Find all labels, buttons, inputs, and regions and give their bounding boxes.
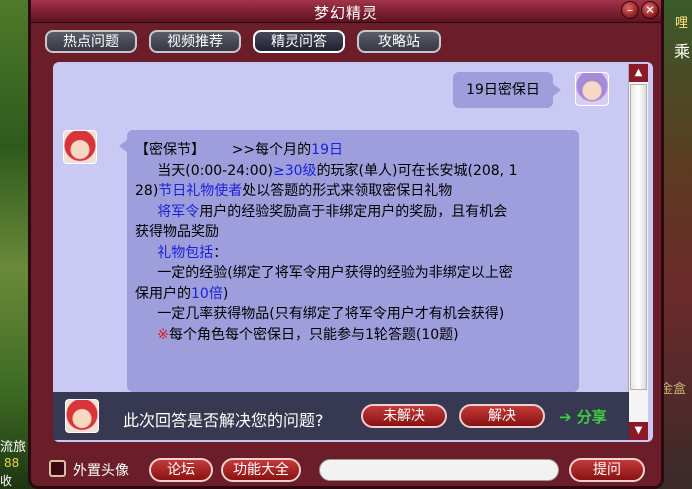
scroll-down-icon[interactable]: ▼ [629,422,648,440]
answer-line: 当天(0:00-24:00)≥30级的玩家(单人)可在长安城(208, 1 [135,162,518,179]
close-icon[interactable]: ✕ [641,1,659,19]
window-title: 梦幻精灵 [313,4,378,22]
user-message-bubble: 19日密保日 [453,72,561,108]
answer-line: 【密保节】 >>每个月的19日 [135,142,343,158]
answer-line: 28)节日礼物使者处以答题的形式来领取密保日礼物 [135,183,453,199]
background-text: 收 [0,474,13,488]
sprite-avatar [63,130,97,164]
feedback-question: 此次回答是否解决您的问题? [123,411,324,430]
question-input[interactable] [319,459,559,481]
external-avatar-checkbox[interactable] [49,460,66,477]
solved-button[interactable]: 解决 [459,404,545,428]
answer-line: 一定的经验(绑定了将军令用户获得的经验为非绑定以上密 [135,265,513,281]
tab-strategy-site[interactable]: 攻略站 [357,30,441,53]
scroll-thumb[interactable] [630,84,647,390]
answer-line: 将军令用户的经验奖励高于非绑定用户的奖励，且有机会 [157,203,508,220]
tab-hot-questions[interactable]: 热点问题 [45,30,137,53]
ask-button[interactable]: 提问 [569,458,645,482]
share-button[interactable]: ➔ 分享 [559,406,607,427]
background-text: 乘 [673,42,690,61]
answer-line: 保用户的10倍) [135,285,229,302]
title-bar[interactable]: 梦幻精灵 – ✕ [31,0,661,23]
answer-line: ※每个角色每个密保日，只能参与1轮答题(10题) [157,326,459,343]
tab-sprite-qa[interactable]: 精灵问答 [253,30,345,53]
external-avatar-label: 外置头像 [73,463,129,479]
user-avatar [575,72,609,106]
answer-line: 获得物品奖励 [135,224,219,240]
unsolved-button[interactable]: 未解决 [361,404,447,428]
background-text: 流旅 [0,440,27,455]
answer-line: 礼物包括： [157,244,228,261]
features-button[interactable]: 功能大全 [221,458,301,482]
forum-button[interactable]: 论坛 [149,458,213,482]
tab-video-recommend[interactable]: 视频推荐 [149,30,241,53]
sprite-window: 梦幻精灵 – ✕ 热点问题 视频推荐 精灵问答 攻略站 ▲ ▼ 19日密保日 【… [28,0,664,489]
scroll-up-icon[interactable]: ▲ [629,64,648,82]
sprite-answer-bubble: 【密保节】 >>每个月的19日 当天(0:00-24:00)≥30级的玩家(单人… [119,130,579,392]
answer-line: 一定几率获得物品(只有绑定了将军令用户才有机会获得) [135,306,505,322]
scrollbar[interactable]: ▲ ▼ [628,64,648,440]
background-text: 88 [4,456,20,470]
minimize-icon[interactable]: – [621,1,639,19]
background-text: 哩 [674,16,688,31]
sprite-avatar-small [65,399,99,433]
